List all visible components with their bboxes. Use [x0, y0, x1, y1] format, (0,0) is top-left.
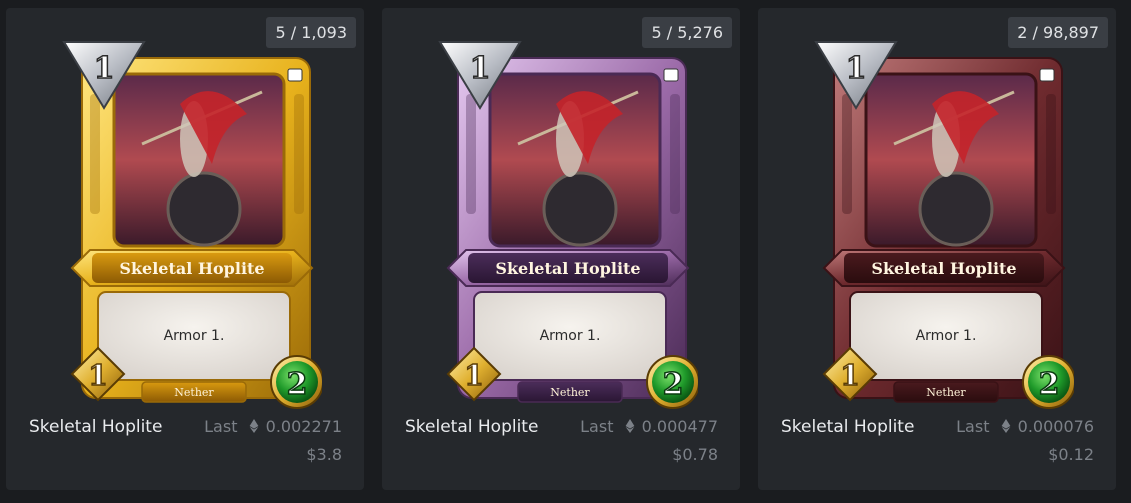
price-eth: 0.000477 [642, 417, 718, 436]
rarity-icon [1040, 69, 1054, 81]
mana-cost: 1 [470, 51, 491, 86]
health-value: 2 [287, 367, 308, 402]
rune-column [842, 94, 852, 214]
card-listing[interactable]: 2 / 98,897 Skeletal HopliteArmor 1.Nethe… [758, 8, 1116, 490]
price-usd: $0.78 [672, 445, 718, 464]
last-price: Last 0.000076 [956, 417, 1094, 436]
shield-shape [920, 173, 992, 245]
shield-shape [168, 173, 240, 245]
price-eth: 0.002271 [266, 417, 342, 436]
rune-column [466, 94, 476, 214]
card-title: Skeletal Hoplite [119, 259, 264, 278]
last-price: Last 0.000477 [580, 417, 718, 436]
card-name: Skeletal Hoplite [29, 417, 162, 437]
attack-value: 1 [464, 359, 483, 392]
last-label: Last [580, 417, 613, 436]
card-name: Skeletal Hoplite [781, 417, 914, 437]
card-text: Armor 1. [164, 328, 225, 344]
rune-column [294, 94, 304, 214]
card-set: Nether [550, 386, 590, 399]
rarity-icon [664, 69, 678, 81]
last-label: Last [956, 417, 989, 436]
last-price: Last 0.002271 [204, 417, 342, 436]
last-label: Last [204, 417, 237, 436]
card-text: Armor 1. [916, 328, 977, 344]
card-name: Skeletal Hoplite [405, 417, 538, 437]
card-title: Skeletal Hoplite [871, 259, 1016, 278]
card-image[interactable]: Skeletal Hoplite Armor 1. Nether 1 1 2 [814, 34, 1074, 409]
health-value: 2 [663, 367, 684, 402]
card-image[interactable]: Skeletal Hoplite Armor 1. Nether 1 1 2 [62, 34, 322, 409]
card-set: Nether [926, 386, 966, 399]
attack-value: 1 [88, 359, 107, 392]
card-listing[interactable]: 5 / 5,276 Skeletal HopliteArmor 1.Nether… [382, 8, 740, 490]
rune-column [1046, 94, 1056, 214]
card-listing[interactable]: 5 / 1,093 Skeletal HopliteArmor 1.Nether… [6, 8, 364, 490]
health-value: 2 [1039, 367, 1060, 402]
card-image[interactable]: Skeletal Hoplite Armor 1. Nether 1 1 2 [438, 34, 698, 409]
attack-value: 1 [840, 359, 859, 392]
card-text: Armor 1. [540, 328, 601, 344]
ethereum-icon [249, 419, 259, 433]
shield-shape [544, 173, 616, 245]
rune-column [90, 94, 100, 214]
price-usd: $0.12 [1048, 445, 1094, 464]
card-title: Skeletal Hoplite [495, 259, 640, 278]
mana-cost: 1 [846, 51, 867, 86]
ethereum-icon [625, 419, 635, 433]
ethereum-icon [1001, 419, 1011, 433]
price-eth: 0.000076 [1018, 417, 1094, 436]
rarity-icon [288, 69, 302, 81]
card-set: Nether [174, 386, 214, 399]
rune-column [670, 94, 680, 214]
mana-cost: 1 [94, 51, 115, 86]
price-usd: $3.8 [306, 445, 342, 464]
